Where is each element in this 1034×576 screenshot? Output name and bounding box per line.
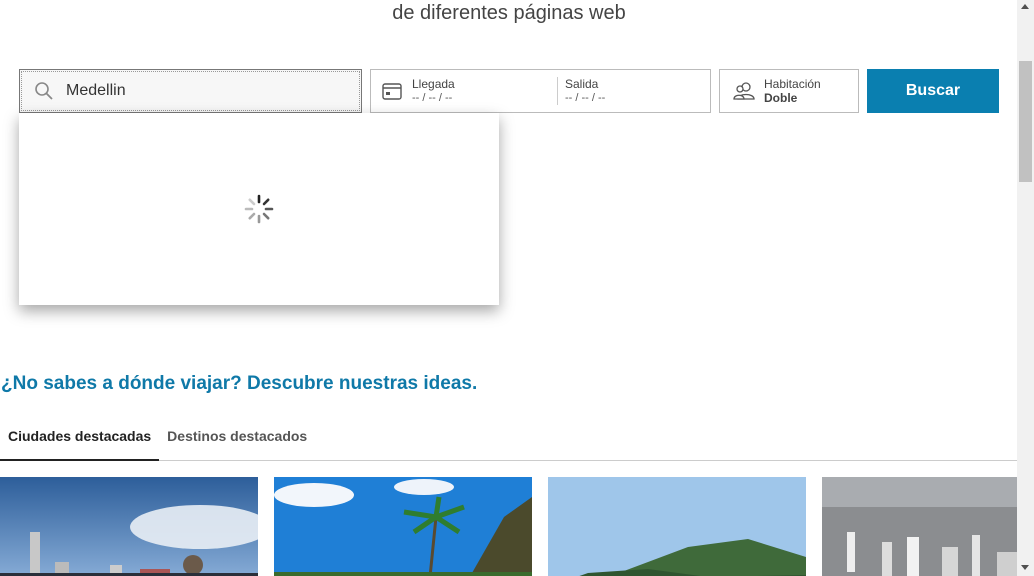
room-label: Habitación (764, 77, 821, 91)
scroll-down-icon[interactable] (1021, 565, 1029, 570)
departure-date[interactable]: Salida -- / -- / -- (565, 77, 605, 105)
scroll-up-icon[interactable] (1021, 4, 1029, 9)
room-selector[interactable]: Habitación Doble (719, 69, 859, 113)
arrival-date[interactable]: Llegada -- / -- / -- (412, 77, 557, 105)
page-subtitle: de diferentes páginas web (392, 2, 626, 24)
city-card-4[interactable] (822, 477, 1034, 576)
date-divider (557, 77, 558, 105)
search-icon (35, 82, 53, 100)
city-image-2 (274, 477, 532, 576)
destination-search-field[interactable] (19, 69, 362, 113)
city-image-4 (822, 477, 1034, 576)
city-card-2[interactable] (274, 477, 532, 576)
tab-ciudades-destacadas[interactable]: Ciudades destacadas (0, 420, 160, 461)
calendar-icon (382, 83, 402, 100)
ideas-heading: ¿No sabes a dónde viajar? Descubre nuest… (1, 373, 478, 394)
destination-search-input[interactable] (66, 82, 326, 100)
room-value: Doble (764, 91, 798, 105)
city-image-3 (548, 477, 806, 576)
autocomplete-dropdown (19, 113, 499, 305)
destination-tabs: Ciudades destacadas Destinos destacados (0, 420, 1018, 461)
city-card-3[interactable] (548, 477, 806, 576)
tab-destinos-destacados[interactable]: Destinos destacados (159, 420, 315, 461)
scrollbar-thumb[interactable] (1019, 61, 1032, 182)
arrival-value: -- / -- / -- (412, 92, 453, 104)
city-card-1[interactable] (0, 477, 258, 576)
date-picker[interactable]: Llegada -- / -- / -- Salida -- / -- / -- (370, 69, 711, 113)
arrival-label: Llegada (412, 77, 455, 91)
departure-value: -- / -- / -- (565, 92, 606, 104)
departure-label: Salida (565, 77, 599, 91)
search-button[interactable]: Buscar (867, 69, 999, 113)
city-image-1 (0, 477, 258, 576)
loading-spinner-icon (244, 194, 274, 224)
page-scrollbar[interactable] (1017, 0, 1034, 576)
people-icon (733, 82, 755, 100)
